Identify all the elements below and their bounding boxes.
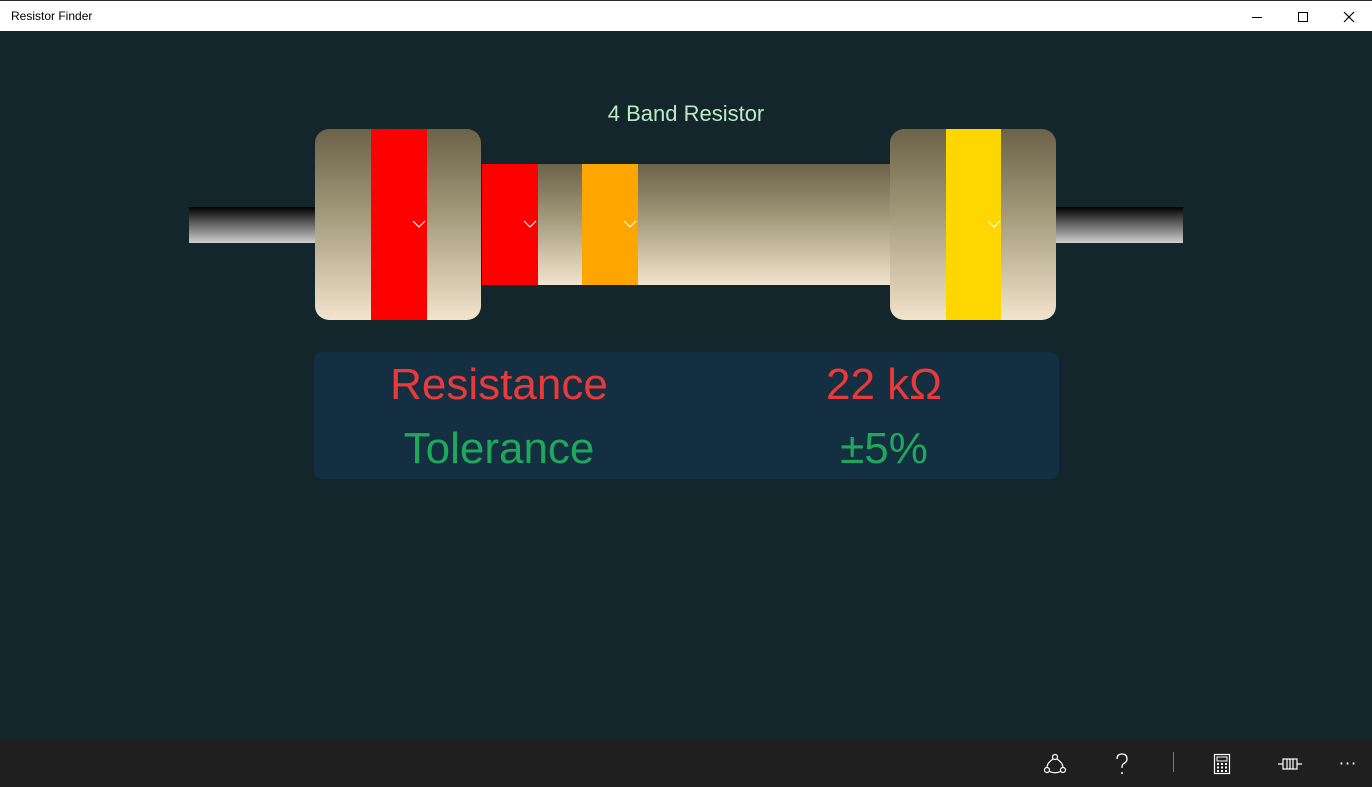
more-button[interactable]: ··· — [1326, 740, 1370, 787]
left-cap — [315, 129, 481, 320]
resistance-value: 22 kΩ — [825, 360, 943, 409]
title-bar: Resistor Finder — [0, 0, 1372, 31]
main-content: 4 Band Resistor Resistance 22 kΩ Toleran… — [0, 31, 1372, 740]
help-icon — [1116, 752, 1128, 774]
tolerance-label: Tolerance — [403, 424, 595, 473]
help-button[interactable] — [1100, 740, 1144, 787]
tolerance-value: ±5% — [840, 424, 928, 473]
result-panel: Resistance 22 kΩ Tolerance ±5% — [314, 352, 1059, 479]
right-cap — [890, 129, 1056, 320]
window-title: Resistor Finder — [11, 9, 93, 23]
calculator-icon — [1213, 753, 1231, 774]
resistor-heading: 4 Band Resistor — [607, 101, 765, 126]
close-icon — [1343, 11, 1355, 22]
share-icon — [1043, 753, 1067, 773]
resistor-button[interactable] — [1268, 740, 1312, 787]
more-icon: ··· — [1338, 754, 1358, 773]
minimize-button[interactable] — [1234, 1, 1280, 32]
share-button[interactable] — [1033, 740, 1077, 787]
app-bar-separator — [1173, 752, 1174, 772]
minimize-icon — [1252, 16, 1262, 18]
resistor-icon — [1278, 757, 1302, 770]
calculator-button[interactable] — [1200, 740, 1244, 787]
right-lead — [1052, 207, 1183, 243]
maximize-icon — [1298, 11, 1308, 22]
close-button[interactable] — [1326, 1, 1372, 32]
band-4-chevron-down-icon[interactable] — [987, 219, 1001, 229]
band-1-chevron-down-icon[interactable] — [412, 219, 426, 229]
resistor-body — [482, 164, 891, 285]
app-bar: ··· — [0, 740, 1372, 787]
maximize-button[interactable] — [1280, 1, 1326, 32]
resistance-label: Resistance — [390, 360, 608, 409]
band-2-chevron-down-icon[interactable] — [523, 219, 537, 229]
left-lead — [189, 207, 319, 243]
band-3-chevron-down-icon[interactable] — [623, 219, 637, 229]
